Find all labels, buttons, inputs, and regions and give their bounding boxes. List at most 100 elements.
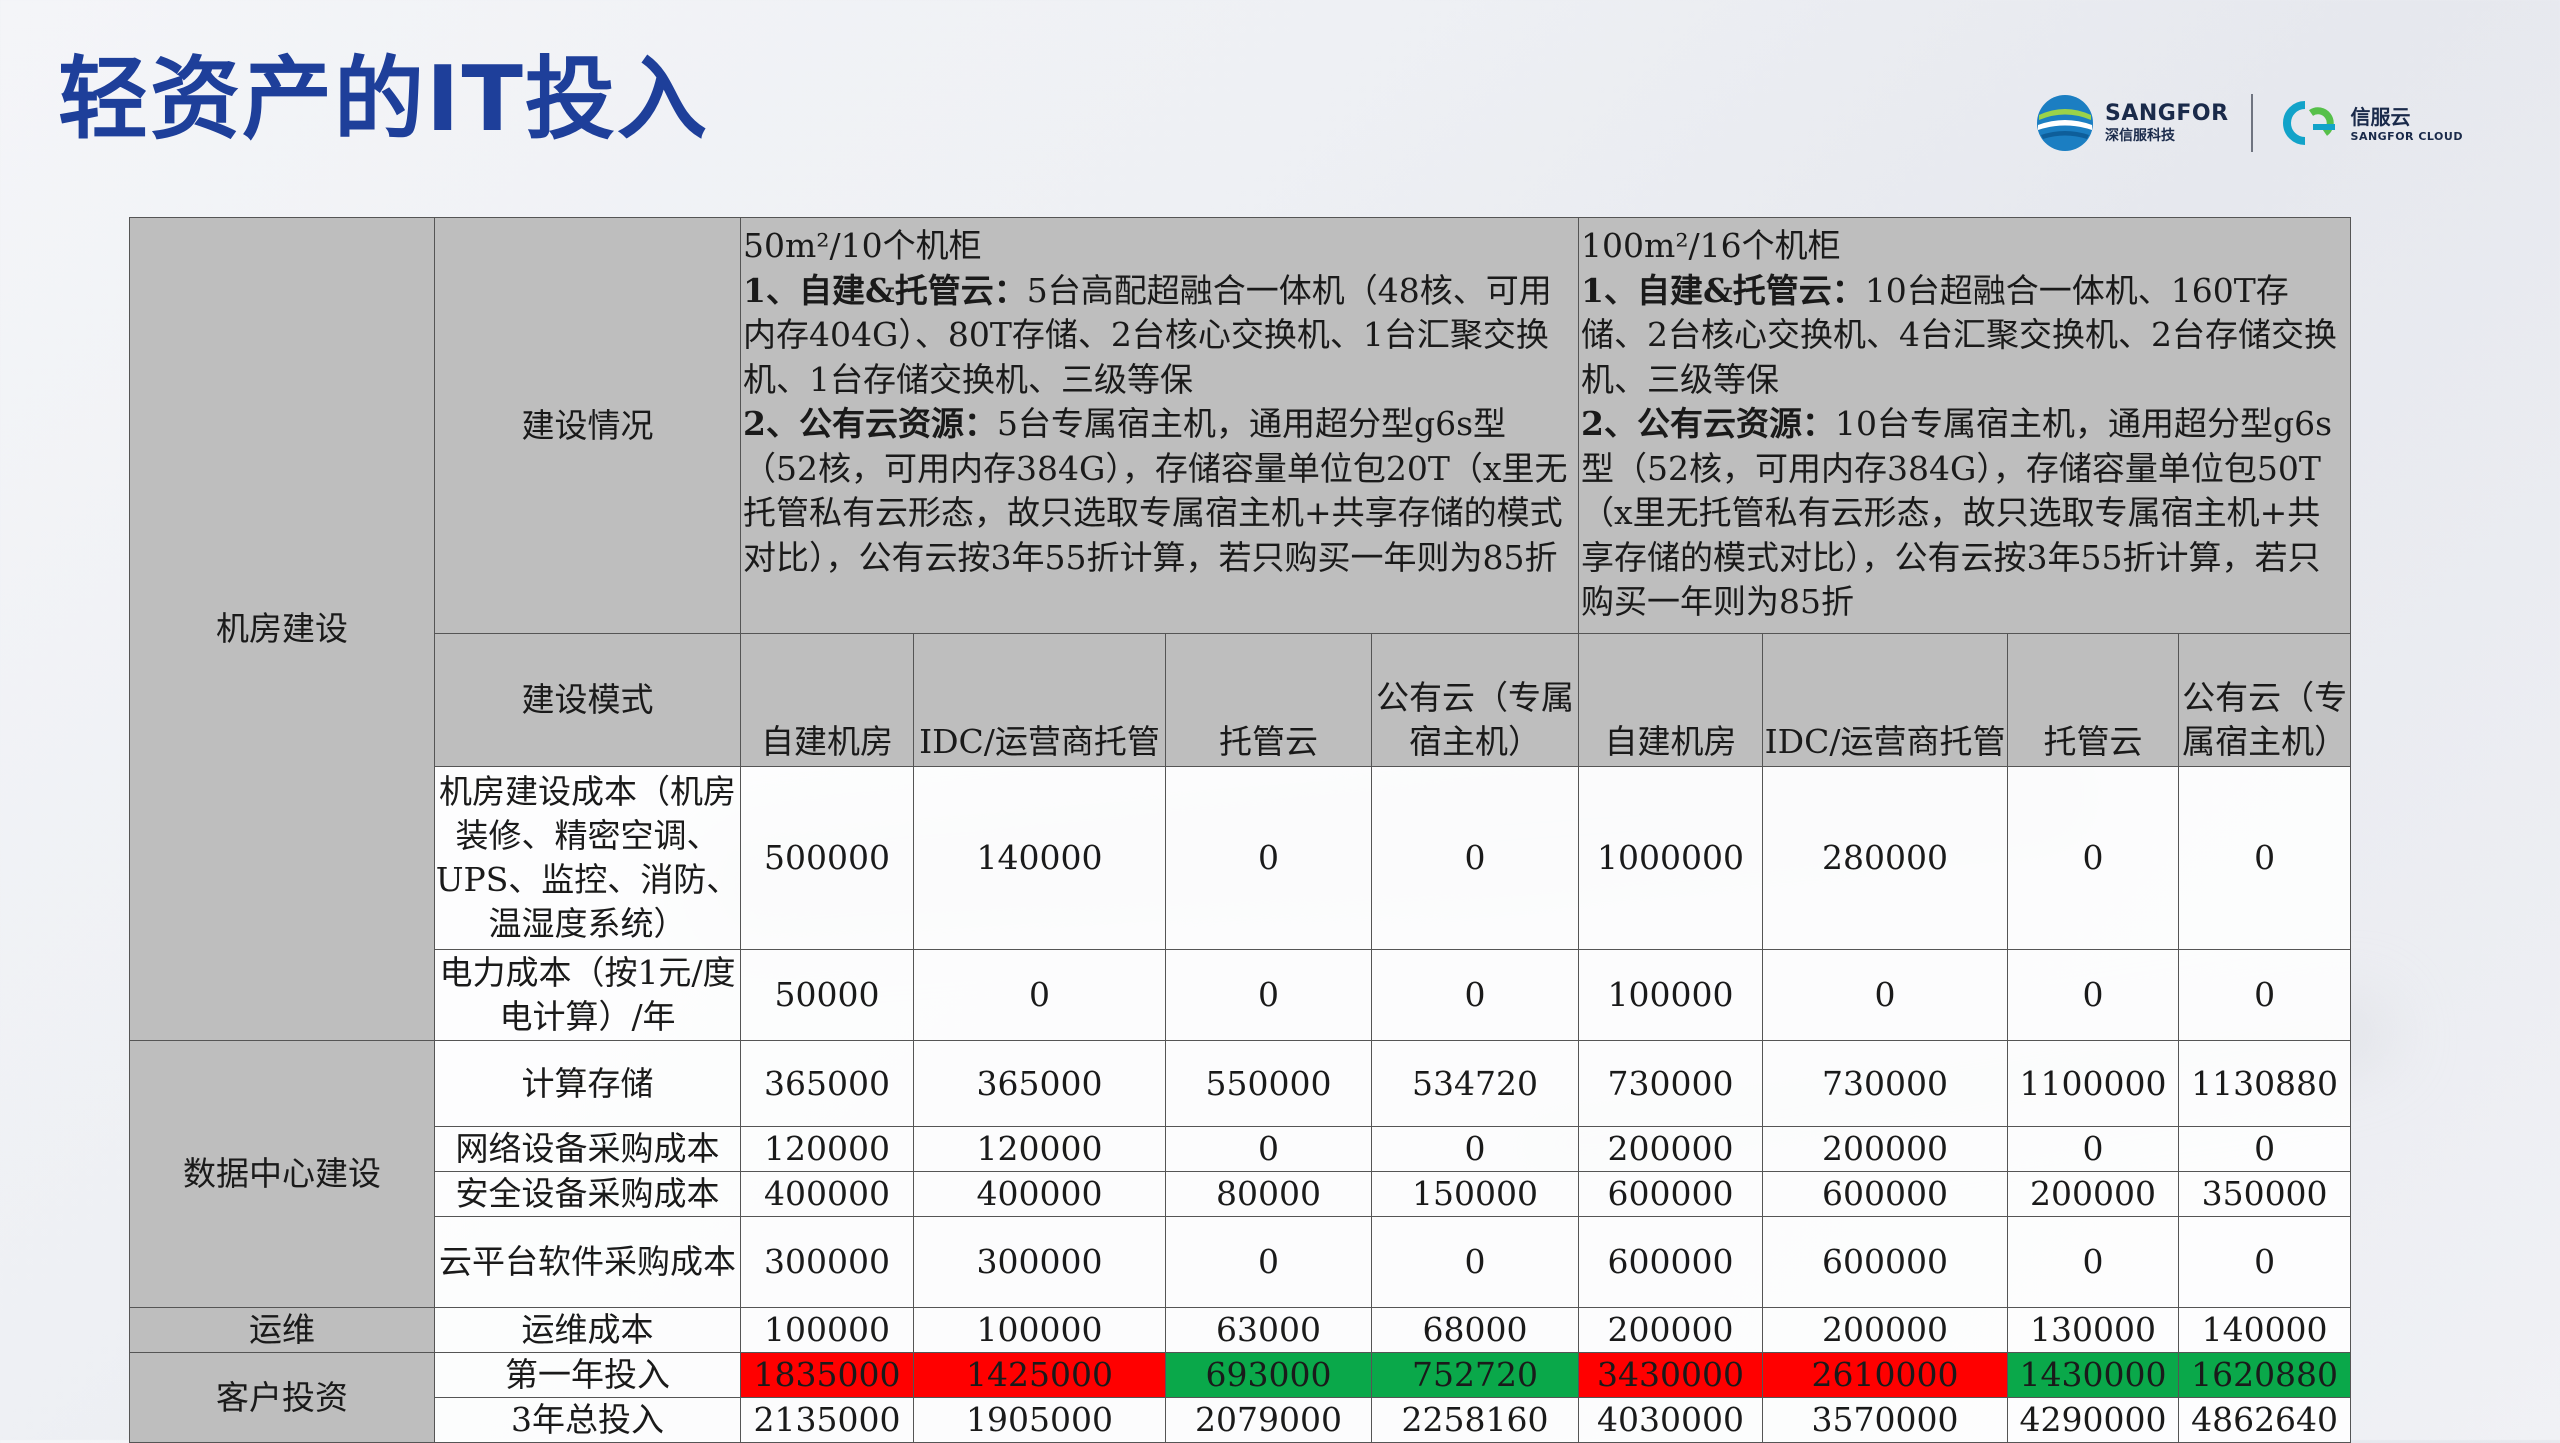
table-cell: 200000	[1578, 1126, 1764, 1172]
table-cell: 350000	[2178, 1171, 2352, 1217]
mode-header: 公有云（专属宿主机）	[2178, 633, 2352, 767]
three-year-label: 3年总投入	[434, 1397, 741, 1443]
table-cell: 200000	[2007, 1171, 2180, 1217]
table-cell: 140000	[913, 766, 1166, 950]
description-a: 50m²/10个机柜 1、自建&托管云：5台高配超融合一体机（48核、可用内存4…	[739, 217, 1580, 634]
cloud-cn-label: 信服云	[2350, 104, 2411, 129]
first-year-cell: 1430000	[2007, 1352, 2180, 1398]
table-cell: 1100000	[2007, 1040, 2180, 1127]
table-cell: 2258160	[1370, 1397, 1580, 1443]
compute-label: 计算存储	[434, 1040, 741, 1127]
table-cell: 200000	[1762, 1126, 2009, 1172]
table-cell: 200000	[1578, 1307, 1764, 1353]
mode-label: 建设模式	[434, 633, 741, 767]
description-b-p2-label: 2、公有云资源：	[1581, 404, 1836, 443]
table-cell: 4030000	[1578, 1397, 1764, 1443]
table-cell: 0	[1370, 1216, 1580, 1308]
table-cell: 600000	[1762, 1216, 2009, 1308]
table-cell: 120000	[913, 1126, 1166, 1172]
table-cell: 1130880	[2178, 1040, 2352, 1127]
table-cell: 365000	[740, 1040, 914, 1127]
network-label: 网络设备采购成本	[434, 1126, 741, 1172]
sangfor-cn-label: 深信服科技	[2105, 128, 2175, 144]
table-cell: 150000	[1370, 1171, 1580, 1217]
table-cell: 1905000	[913, 1397, 1166, 1443]
table-cell: 100000	[1578, 949, 1764, 1041]
table-cell: 0	[2007, 1126, 2180, 1172]
table-cell: 2135000	[740, 1397, 914, 1443]
sangfor-en-label: SANGFOR	[2105, 101, 2229, 126]
security-label: 安全设备采购成本	[434, 1171, 741, 1217]
group-dc-label: 数据中心建设	[129, 1040, 435, 1308]
table-cell: 120000	[740, 1126, 914, 1172]
table-cell: 4290000	[2007, 1397, 2180, 1443]
table-cell: 0	[2178, 949, 2352, 1041]
table-cell: 0	[1370, 1126, 1580, 1172]
mode-header: 公有云（专属宿主机）	[1370, 633, 1580, 767]
table-cell: 0	[2007, 766, 2180, 950]
table-cell: 365000	[913, 1040, 1166, 1127]
table-cell: 280000	[1762, 766, 2009, 950]
table-cell: 140000	[2178, 1307, 2352, 1353]
description-b-heading: 100m²/16个机柜	[1581, 226, 1841, 265]
group-room-label: 机房建设	[129, 217, 435, 1041]
table-cell: 600000	[1762, 1171, 2009, 1217]
power-cost-label: 电力成本（按1元/度电计算）/年	[434, 949, 741, 1041]
table-cell: 0	[2178, 1126, 2352, 1172]
table-cell: 0	[1165, 766, 1372, 950]
first-year-cell: 1425000	[913, 1352, 1166, 1398]
description-b-p1-label: 1、自建&托管云：	[1581, 270, 1865, 310]
table-cell: 534720	[1370, 1040, 1580, 1127]
table-cell: 0	[1165, 1126, 1372, 1172]
first-year-cell: 2610000	[1762, 1352, 2009, 1398]
mode-header: 托管云	[1165, 633, 1372, 767]
table-cell: 0	[1370, 766, 1580, 950]
table-cell: 100000	[913, 1307, 1166, 1353]
table-cell: 0	[2178, 1216, 2352, 1308]
first-year-cell: 3430000	[1578, 1352, 1764, 1398]
cost-comparison-table: 机房建设 建设情况 50m²/10个机柜 1、自建&托管云：5台高配超融合一体机…	[129, 217, 2352, 1443]
cloud-software-label: 云平台软件采购成本	[434, 1216, 741, 1308]
table-cell: 0	[913, 949, 1166, 1041]
first-year-label: 第一年投入	[434, 1352, 741, 1398]
table-cell: 1000000	[1578, 766, 1764, 950]
table-cell: 200000	[1762, 1307, 2009, 1353]
table-cell: 0	[1762, 949, 2009, 1041]
description-a-p2-label: 2、公有云资源：	[743, 404, 997, 443]
table-cell: 0	[2007, 949, 2180, 1041]
table-cell: 0	[1165, 1216, 1372, 1308]
sangfor-cloud-icon	[2282, 101, 2335, 145]
mode-header: 自建机房	[1578, 633, 1764, 767]
logo-divider	[2250, 94, 2253, 152]
table-cell: 0	[2178, 766, 2352, 950]
table-cell: 400000	[913, 1171, 1166, 1217]
mode-header: IDC/运营商托管	[1762, 633, 2009, 767]
table-cell: 63000	[1165, 1307, 1372, 1353]
table-cell: 68000	[1370, 1307, 1580, 1353]
first-year-cell: 1620880	[2178, 1352, 2352, 1398]
table-cell: 80000	[1165, 1171, 1372, 1217]
ops-cost-label: 运维成本	[434, 1307, 741, 1353]
table-cell: 4862640	[2178, 1397, 2352, 1443]
description-b: 100m²/16个机柜 1、自建&托管云：10台超融合一体机、160T存储、2台…	[1578, 217, 2352, 634]
table-cell: 2079000	[1165, 1397, 1372, 1443]
first-year-cell: 752720	[1370, 1352, 1580, 1398]
table-cell: 0	[2007, 1216, 2180, 1308]
table-cell: 730000	[1762, 1040, 2009, 1127]
table-cell: 600000	[1578, 1171, 1764, 1217]
table-cell: 130000	[2007, 1307, 2180, 1353]
table-cell: 500000	[740, 766, 914, 950]
description-a-p1-label: 1、自建&托管云：	[743, 270, 1027, 310]
table-cell: 600000	[1578, 1216, 1764, 1308]
first-year-cell: 693000	[1165, 1352, 1372, 1398]
logo-area: SANGFOR 深信服科技 信服云 SANGFOR CLOUD	[2035, 88, 2463, 158]
situation-label: 建设情况	[434, 217, 741, 634]
mode-header: IDC/运营商托管	[913, 633, 1166, 767]
description-a-heading: 50m²/10个机柜	[743, 226, 982, 265]
table-cell: 0	[1370, 949, 1580, 1041]
cloud-en-label: SANGFOR CLOUD	[2350, 129, 2463, 143]
first-year-cell: 1835000	[740, 1352, 914, 1398]
mode-header: 托管云	[2007, 633, 2180, 767]
table-cell: 550000	[1165, 1040, 1372, 1127]
table-cell: 3570000	[1762, 1397, 2009, 1443]
